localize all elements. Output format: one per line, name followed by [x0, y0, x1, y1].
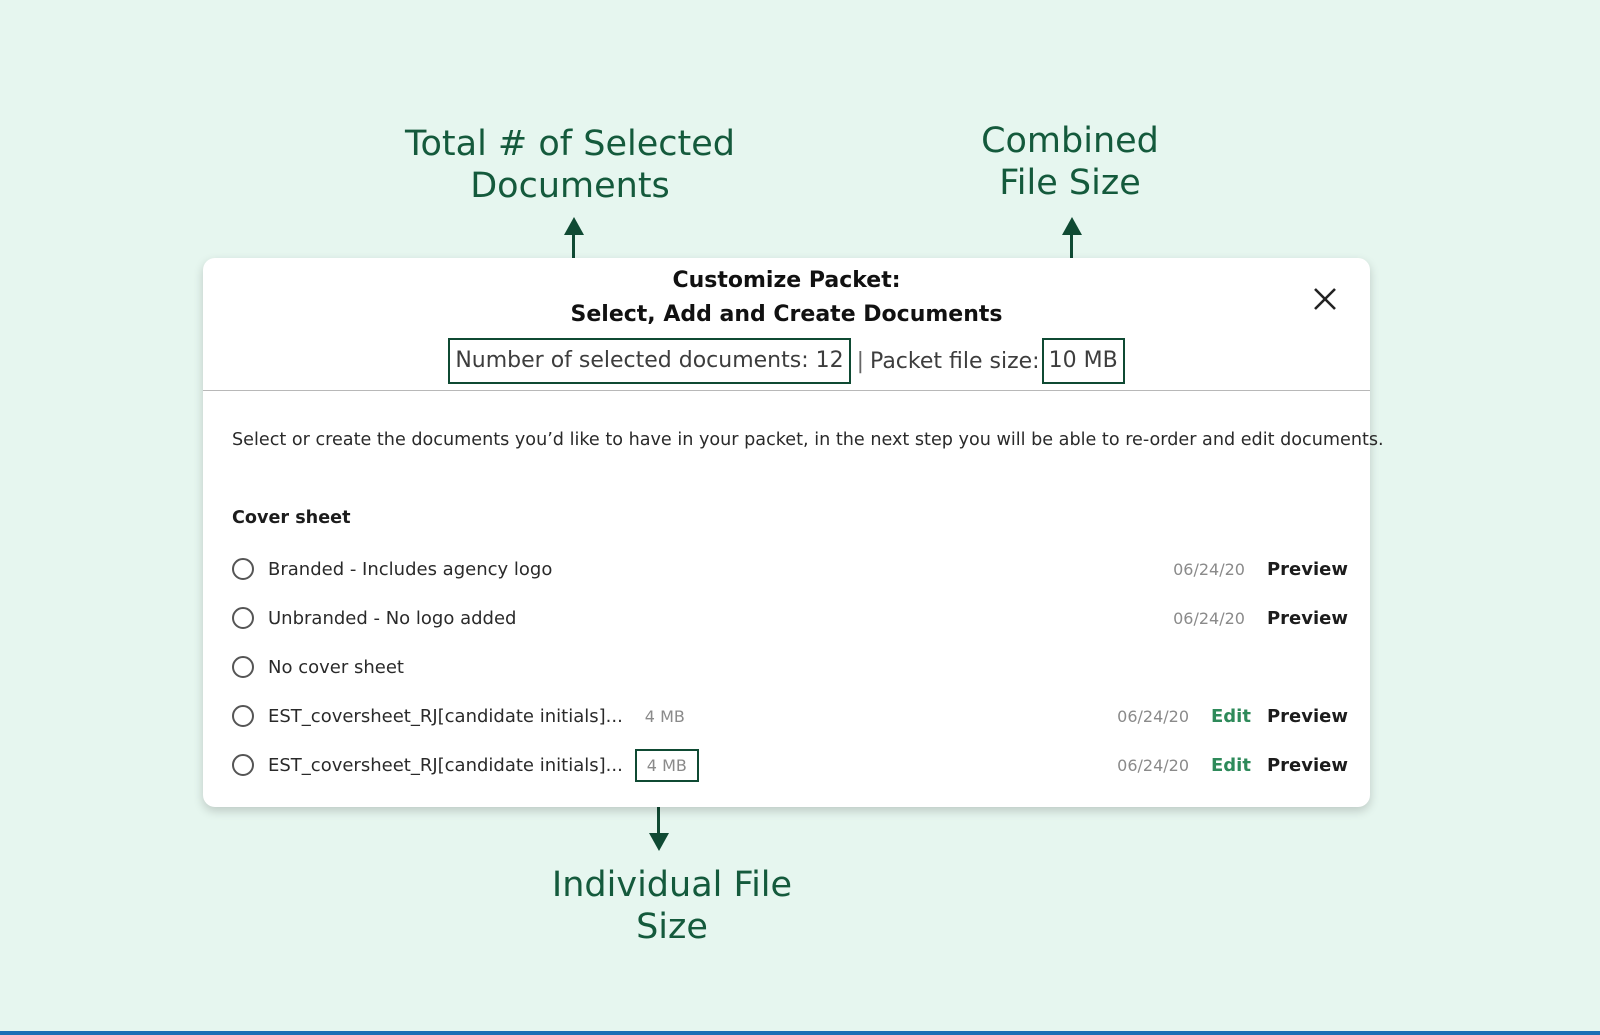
list-item[interactable]: Branded - Includes agency logo 06/24/20 … [232, 554, 1348, 584]
selected-count: Number of selected documents: 12 [448, 338, 851, 384]
packet-summary: Number of selected documents: 12 | Packe… [203, 338, 1370, 384]
document-label: EST_coversheet_RJ[candidate initials]... [268, 754, 623, 776]
list-item[interactable]: Unbranded - No logo added 06/24/20 Previ… [232, 603, 1348, 633]
close-button[interactable] [1308, 282, 1342, 316]
radio-button[interactable] [232, 607, 254, 629]
annotation-total-selected: Total # of Selected Documents [405, 124, 735, 206]
header-divider [203, 390, 1370, 391]
document-date: 06/24/20 [1173, 608, 1245, 628]
close-icon [1314, 288, 1336, 310]
radio-button[interactable] [232, 558, 254, 580]
list-item[interactable]: EST_coversheet_RJ[candidate initials]...… [232, 748, 1348, 782]
packet-size-value: 10 MB [1041, 338, 1125, 384]
radio-button[interactable] [232, 656, 254, 678]
edit-link[interactable]: Edit [1211, 706, 1251, 727]
modal-title-line2: Select, Add and Create Documents [570, 302, 1003, 327]
document-label: Branded - Includes agency logo [268, 558, 553, 580]
instructions-text: Select or create the documents you’d lik… [232, 430, 1384, 450]
document-date: 06/24/20 [1117, 755, 1189, 775]
document-label: Unbranded - No logo added [268, 607, 517, 629]
document-date: 06/24/20 [1173, 559, 1245, 579]
radio-button[interactable] [232, 754, 254, 776]
summary-separator: | [856, 348, 865, 374]
section-title-cover-sheet: Cover sheet [232, 508, 351, 528]
annotation-combined-size: Combined File Size [981, 121, 1159, 203]
document-size: 4 MB [644, 706, 685, 726]
annotation-individual-size: Individual File Size [551, 865, 793, 947]
preview-link[interactable]: Preview [1267, 706, 1348, 727]
radio-button[interactable] [232, 705, 254, 727]
customize-packet-modal: Customize Packet: Select, Add and Create… [203, 258, 1384, 807]
document-label: EST_coversheet_RJ[candidate initials]... [268, 705, 623, 727]
document-date: 06/24/20 [1117, 706, 1189, 726]
arrow-head-individual [649, 833, 669, 851]
window-bottom-edge [0, 1031, 1600, 1035]
preview-link[interactable]: Preview [1267, 559, 1348, 580]
modal-title-line1: Customize Packet: [672, 268, 901, 293]
document-size-highlighted: 4 MB [634, 748, 699, 782]
list-item[interactable]: EST_coversheet_RJ[candidate initials]...… [232, 701, 1348, 731]
preview-link[interactable]: Preview [1267, 755, 1348, 776]
list-item[interactable]: No cover sheet [232, 652, 1348, 682]
document-label: No cover sheet [268, 656, 404, 678]
packet-size-label: Packet file size: [870, 348, 1040, 374]
preview-link[interactable]: Preview [1267, 608, 1348, 629]
edit-link[interactable]: Edit [1211, 755, 1251, 776]
